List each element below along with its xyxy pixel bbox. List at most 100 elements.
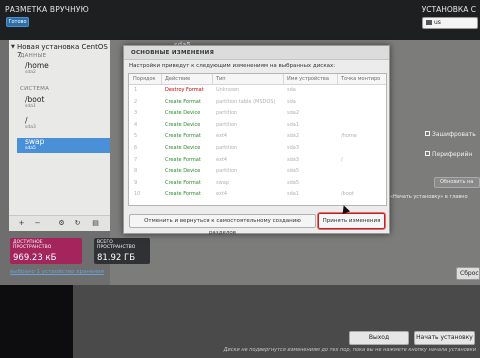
storage-devices-link[interactable]: выбрано 1 устройство хранения — [10, 269, 104, 275]
tree-toolbar: + − ⚙ ↻ ▤ — [9, 215, 110, 231]
column-divider — [212, 74, 213, 85]
peripheral-checkbox[interactable] — [425, 151, 430, 156]
configure-icon[interactable]: ⚙ — [55, 218, 68, 229]
cell-device: sda — [287, 87, 296, 93]
table-row[interactable]: 7 Create Format ext4 sda3 / — [129, 155, 386, 167]
keyboard-layout-label: us — [434, 19, 441, 26]
cell-action: Create Format — [165, 133, 201, 140]
remove-mount-point-icon[interactable]: − — [31, 218, 44, 229]
cell-mount: /boot — [341, 191, 354, 198]
column-header-mount[interactable]: Точка монтиро — [341, 74, 380, 85]
section-label-system: СИСТЕМА — [20, 86, 50, 92]
table-row[interactable]: 8 Create Device partition sda5 — [129, 166, 386, 178]
cell-device: sda — [287, 98, 296, 105]
cell-mount: / — [341, 156, 343, 163]
footer-note: Диски не подвергнутся изменениям до тех … — [223, 347, 476, 353]
cell-device: sda3 — [287, 145, 300, 151]
cell-type: partition table (MSDOS) — [216, 98, 276, 105]
tree-item-swap[interactable]: swap sda5 — [17, 138, 110, 153]
cell-action: Destroy Format — [165, 87, 204, 93]
install-title: УСТАНОВКА C — [421, 5, 476, 14]
available-space-label: ДОСТУПНОЕ ПРОСТРАНСТВО — [13, 240, 52, 250]
table-row[interactable]: 9 Create Format swap sda5 — [129, 178, 386, 190]
cell-type: ext4 — [216, 191, 228, 198]
tree-item-boot[interactable]: /boot sda1 — [17, 96, 110, 111]
cell-device: sda5 — [287, 168, 300, 175]
cancel-return-button[interactable]: Отменить и вернуться к самостоятельному … — [129, 214, 316, 236]
cell-order: 2 — [134, 98, 138, 105]
done-button[interactable]: Готово — [6, 17, 29, 27]
device-label: sda3 — [25, 125, 36, 130]
keyboard-icon — [426, 20, 432, 25]
column-header-device[interactable]: Имя устройства — [287, 74, 329, 85]
install-hint-text: «Начать установку» в главно — [390, 194, 468, 200]
keyboard-layout-indicator[interactable]: us — [422, 17, 478, 29]
mount-point-label: /boot — [25, 95, 45, 104]
cell-order: 9 — [134, 179, 138, 186]
add-mount-point-icon[interactable]: + — [15, 218, 28, 229]
available-space-badge: ДОСТУПНОЕ ПРОСТРАНСТВО 969.23 кБ — [10, 238, 82, 264]
cell-action: Create Device — [165, 121, 201, 128]
cell-type: Unknown — [216, 87, 240, 93]
cell-action: Create Device — [165, 145, 201, 151]
total-space-value: 81.92 ГБ — [97, 253, 136, 263]
cell-order: 6 — [134, 145, 138, 151]
table-row[interactable]: 1 Destroy Format Unknown sda — [129, 85, 386, 97]
cell-device: sda3 — [287, 156, 300, 163]
column-header-action[interactable]: Действие — [165, 74, 190, 85]
cell-type: partition — [216, 110, 238, 117]
table-row[interactable]: 3 Create Device partition sda2 — [129, 108, 386, 120]
table-row[interactable]: 4 Create Device partition sda1 — [129, 120, 386, 132]
expand-arrow-icon[interactable]: ▼ — [11, 44, 15, 50]
encrypt-checkbox[interactable] — [425, 131, 430, 136]
cell-action: Create Device — [165, 168, 201, 175]
cell-type: partition — [216, 168, 238, 175]
cell-order: 8 — [134, 168, 138, 175]
table-row[interactable]: 5 Create Format ext4 sda2/home — [129, 131, 386, 143]
cell-action: Create Format — [165, 191, 201, 198]
cell-device: sda2 — [287, 133, 300, 140]
table-header: Порядок Действие Тип Имя устройства Точк… — [129, 74, 386, 85]
bottom-left-panel — [0, 285, 73, 358]
mount-point-label: /home — [25, 61, 49, 70]
cell-type: ext4 — [216, 133, 228, 140]
column-header-order[interactable]: Порядок — [133, 74, 156, 85]
start-install-button[interactable]: Начать установку — [414, 331, 475, 345]
accept-changes-button[interactable]: Принять изменения — [317, 212, 386, 230]
device-label: sda1 — [25, 104, 36, 109]
column-header-type[interactable]: Тип — [216, 74, 226, 85]
exit-button[interactable]: Выход — [349, 331, 409, 345]
table-row[interactable]: 2 Create Format partition table (MSDOS) sda — [129, 97, 386, 109]
refresh-icon[interactable]: ↻ — [71, 218, 84, 229]
cell-device: sda2 — [287, 110, 300, 117]
cell-action: Create Format — [165, 156, 201, 163]
cell-action: Create Format — [165, 179, 201, 186]
cell-order: 3 — [134, 110, 138, 117]
mount-point-tree: ▼ Новая установка CentOS 7 ДАННЫЕ /home … — [9, 40, 110, 215]
cell-type: ext4 — [216, 156, 228, 163]
cell-order: 7 — [134, 156, 138, 163]
cell-device: sda5 — [287, 179, 300, 186]
cell-order: 5 — [134, 133, 138, 140]
total-space-badge: ВСЕГО ПРОСТРАНСТВО 81.92 ГБ — [94, 238, 150, 264]
disk-icon[interactable]: ▤ — [89, 218, 102, 229]
tree-item-home[interactable]: /home sda2 — [17, 62, 110, 77]
device-label: sda5 — [25, 146, 36, 151]
cell-action: Create Device — [165, 110, 201, 117]
cell-type: partition — [216, 121, 238, 128]
reset-button[interactable]: Сброс — [456, 267, 480, 280]
refresh-button[interactable]: Обновить на — [434, 177, 480, 188]
column-divider — [161, 74, 162, 85]
dialog-description: Настройки приведут к следующим изменения… — [129, 63, 336, 69]
mount-point-label: swap — [25, 137, 45, 146]
table-row[interactable]: 6 Create Device partition sda3 — [129, 143, 386, 155]
table-row[interactable]: 10 Create Format ext4 sda1/boot — [129, 189, 386, 201]
cell-order: 10 — [134, 191, 141, 198]
cell-type: swap — [216, 179, 229, 186]
cell-mount: /home — [341, 133, 357, 140]
cell-device: sda1 — [287, 121, 300, 128]
column-divider — [283, 74, 284, 85]
dialog-title: ОСНОВНЫЕ ИЗМЕНЕНИЯ — [124, 46, 389, 60]
tree-item-root[interactable]: / sda3 — [17, 117, 110, 132]
available-space-value: 969.23 кБ — [13, 253, 57, 263]
